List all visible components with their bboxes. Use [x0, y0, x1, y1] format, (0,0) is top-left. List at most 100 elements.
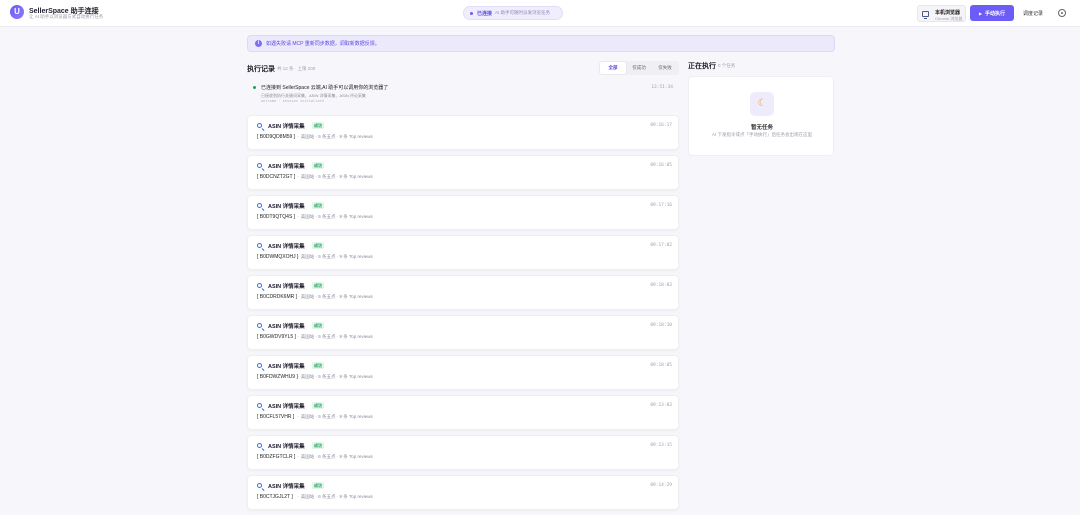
filter-tab-all[interactable]: 全部 [600, 62, 626, 74]
pinned-title: 已连接到 SellerSpace 云端,AI 助手可以调用你的浏览器了 [261, 85, 389, 91]
record-asin: [ B0FDWZWHU9 ] [257, 374, 298, 380]
record-asin: [ B0DCNZT2GT ] [257, 174, 296, 180]
record-card[interactable]: ASIN 详情采集 成功 09:13:03 [ B0CFL57VHR ] · 美… [247, 395, 679, 430]
connection-status: 已连接 [477, 10, 493, 17]
record-detail: · 美国站 · 6 条五点 · 8 条 Top reviews [298, 494, 373, 499]
pinned-message: 已连接到 SellerSpace 云端,AI 助手可以调用你的浏览器了 已接收到… [253, 84, 679, 108]
notice-text: 如遇失败请 MCP 重新同步数据，调取新数据反馈。 [266, 41, 380, 47]
settings-gear-icon[interactable] [1058, 9, 1066, 17]
records-title: 执行记录 [247, 66, 275, 73]
record-title: ASIN 详情采集 [268, 444, 305, 450]
record-title: ASIN 详情采集 [268, 284, 305, 290]
record-asin: [ B0CDRDK6MR ] [257, 294, 298, 300]
record-card[interactable]: ASIN 详情采集 成功 09:18:05 [ B0FDWZWHU9 ] · 美… [247, 355, 679, 390]
record-title: ASIN 详情采集 [268, 204, 305, 210]
search-icon [257, 403, 262, 408]
record-detail: · 美国站 · 5 条五点 · 9 条 Top reviews [298, 254, 373, 259]
record-card[interactable]: ASIN 详情采集 成功 09:17:02 [ B0DWMQXOHJ ] · 美… [247, 235, 679, 270]
record-card[interactable]: ASIN 详情采集 成功 09:18:10 [ B0GWDV9YL5 ] · 美… [247, 315, 679, 350]
record-card[interactable]: ASIN 详情采集 成功 09:14:29 [ B0CTJGJL2T ] · 美… [247, 475, 679, 510]
record-time: 09:17:02 [650, 243, 672, 248]
record-card[interactable]: ASIN 详情采集 成功 09:16:17 [ B0D9QD8M59 ] · 美… [247, 115, 679, 150]
record-title: ASIN 详情采集 [268, 164, 305, 170]
empty-title: 暂无任务 [750, 125, 773, 131]
status-dot-icon [470, 11, 473, 15]
running-title: 正在执行 [688, 63, 716, 70]
record-time: 09:16:05 [650, 163, 672, 168]
record-detail: · 美国站 · 5 条五点 · 8 条 Top reviews [298, 294, 373, 299]
running-empty-state: ☾ 暂无任务 AI 下发指令或点「手动执行」后任务会出现在这里 [688, 76, 834, 156]
filter-tab-success[interactable]: 仅成功 [626, 62, 652, 74]
record-time: 09:18:05 [650, 363, 672, 368]
records-count: 共 12 条 · 上限 200 [277, 66, 316, 71]
record-title: ASIN 详情采集 [268, 364, 305, 370]
schedule-history-link[interactable]: 调度记录 [1023, 10, 1043, 17]
status-badge: 成功 [312, 282, 324, 289]
search-icon [257, 443, 262, 448]
status-badge: 成功 [312, 162, 324, 169]
record-time: 09:14:29 [650, 483, 672, 488]
manual-run-button[interactable]: ▶ 手动执行 [970, 5, 1014, 21]
record-card[interactable]: ASIN 详情采集 成功 09:17:16 [ B0DT9QTQ4S ] · 美… [247, 195, 679, 230]
browser-subtitle: Chrome 浏览器 [935, 16, 963, 21]
filter-tab-failed[interactable]: 仅失败 [652, 62, 678, 74]
play-icon: ▶ [978, 10, 983, 16]
record-detail: · 美国站 · 5 条五点 · 8 条 Top reviews [298, 174, 373, 179]
status-badge: 成功 [312, 402, 324, 409]
record-title: ASIN 详情采集 [268, 244, 305, 250]
pinned-code: welcome · session initialized [261, 99, 324, 103]
record-title: ASIN 详情采集 [268, 404, 305, 410]
info-notice: i 如遇失败请 MCP 重新同步数据，调取新数据反馈。 [247, 35, 835, 52]
status-badge: 成功 [312, 122, 324, 129]
search-icon [257, 323, 262, 328]
info-icon: i [255, 40, 262, 47]
record-time: 09:13:15 [650, 443, 672, 448]
status-badge: 成功 [312, 362, 324, 369]
record-time: 09:16:17 [650, 123, 672, 128]
record-asin: [ B0CTJGJL2T ] [257, 494, 293, 500]
empty-subtitle: AI 下发指令或点「手动执行」后任务会出现在这里 [711, 132, 812, 137]
record-asin: [ B0CFL57VHR ] [257, 414, 295, 420]
app-subtitle: 让 AI 助手以浏览器方式自动执行任务 [29, 14, 104, 19]
record-detail: · 美国站 · 5 条五点 · 8 条 Top reviews [298, 134, 373, 139]
record-card[interactable]: ASIN 详情采集 成功 09:13:15 [ B0DZFGTCLR ] · 美… [247, 435, 679, 470]
record-title: ASIN 详情采集 [268, 484, 305, 490]
connection-status-pill: 已连接 AI 助手可随时派发浏览任务 [463, 6, 563, 20]
search-icon [257, 163, 262, 168]
browser-selector[interactable]: 本机浏览器 Chrome 浏览器 [917, 5, 966, 22]
record-title: ASIN 详情采集 [268, 124, 305, 130]
record-time: 09:13:03 [650, 403, 672, 408]
search-icon [257, 483, 262, 488]
connection-text: AI 助手可随时派发浏览任务 [495, 10, 551, 15]
status-badge: 成功 [312, 242, 324, 249]
search-icon [257, 283, 262, 288]
status-badge: 成功 [312, 482, 324, 489]
record-card[interactable]: ASIN 详情采集 成功 09:18:03 [ B0CDRDK6MR ] · 美… [247, 275, 679, 310]
status-badge: 成功 [312, 322, 324, 329]
monitor-icon [922, 11, 929, 19]
record-detail: · 美国站 · 5 条五点 · 8 条 Top reviews [298, 214, 373, 219]
search-icon [257, 363, 262, 368]
record-time: 09:18:10 [650, 323, 672, 328]
app-logo-icon: U [10, 5, 24, 19]
search-icon [257, 123, 262, 128]
record-detail: · 美国站 · 5 条五点 · 8 条 Top reviews [298, 414, 373, 419]
record-time: 09:17:16 [650, 203, 672, 208]
pinned-time: 13:51:34 [651, 85, 673, 90]
record-asin: [ B0DZFGTCLR ] [257, 454, 296, 460]
browser-title: 本机浏览器 [935, 10, 961, 16]
record-asin: [ B0DWMQXOHJ ] [257, 254, 299, 260]
records-filter: 全部 仅成功 仅失败 [599, 61, 679, 75]
moon-icon: ☾ [750, 92, 774, 116]
status-badge: 成功 [312, 202, 324, 209]
record-asin: [ B0GWDV9YL5 ] [257, 334, 296, 340]
search-icon [257, 203, 262, 208]
manual-run-label: 手动执行 [985, 10, 1006, 17]
record-card[interactable]: ASIN 详情采集 成功 09:16:05 [ B0DCNZT2GT ] · 美… [247, 155, 679, 190]
record-detail: · 美国站 · 5 条五点 · 8 条 Top reviews [298, 334, 373, 339]
running-count: 0 个任务 [718, 63, 736, 68]
record-time: 09:18:03 [650, 283, 672, 288]
success-dot-icon [253, 86, 256, 89]
status-badge: 成功 [312, 442, 324, 449]
top-bar: U SellerSpace 助手连接 让 AI 助手以浏览器方式自动执行任务 已… [0, 0, 1080, 27]
